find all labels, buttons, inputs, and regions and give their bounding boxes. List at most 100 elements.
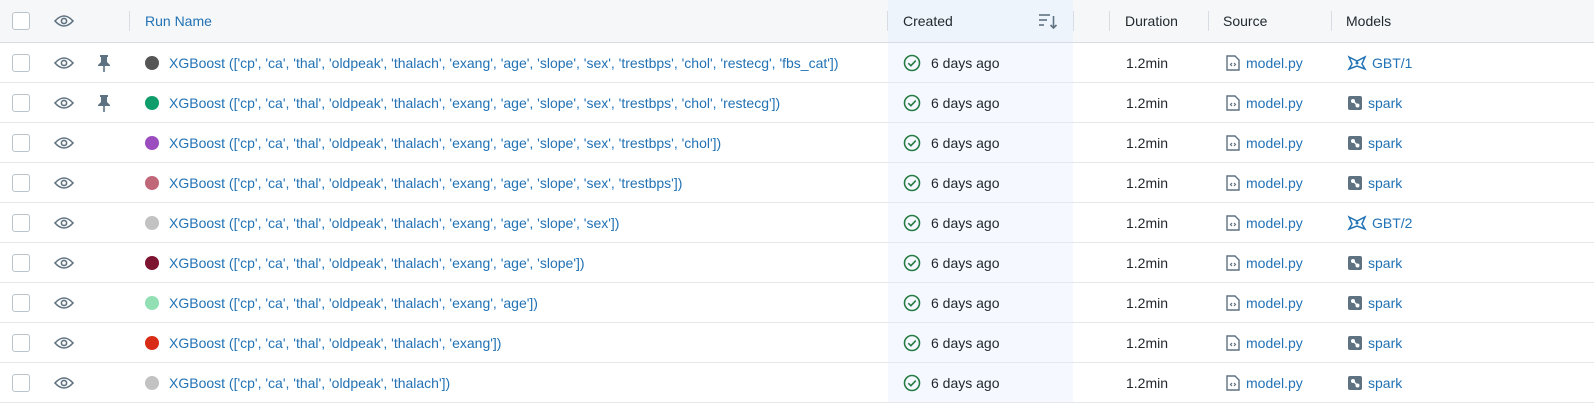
source-header[interactable]: Source [1223,0,1267,42]
models-header-label: Models [1346,13,1392,29]
row-select-cell [12,243,30,282]
row-checkbox[interactable] [12,333,30,352]
source-link[interactable]: model.py [1246,295,1303,311]
created-cell: 6 days ago [888,203,1073,242]
table-row: XGBoost (['cp', 'ca', 'thal', 'oldpeak',… [0,163,1594,203]
run-color-dot[interactable] [145,335,159,350]
source-cell: model.py [1226,323,1303,362]
notebook-file-icon [1226,134,1240,151]
model-link[interactable]: GBT/1 [1372,55,1412,71]
visibility-toggle[interactable] [54,123,74,162]
row-checkbox[interactable] [12,53,30,72]
row-checkbox[interactable] [12,133,30,152]
row-checkbox[interactable] [12,253,30,272]
created-time: 6 days ago [931,334,1000,351]
check-circle-icon [903,374,921,392]
source-link[interactable]: model.py [1246,255,1303,271]
duration-value: 1.2min [1126,254,1169,271]
run-name-cell: XGBoost (['cp', 'ca', 'thal', 'oldpeak',… [145,163,682,202]
check-circle-icon [903,94,921,112]
pin-button[interactable] [96,83,112,122]
run-color-dot[interactable] [145,255,159,270]
run-color-dot[interactable] [145,55,159,70]
visibility-toggle[interactable] [54,163,74,202]
visibility-toggle[interactable] [54,43,74,82]
run-name-link[interactable]: XGBoost (['cp', 'ca', 'thal', 'oldpeak',… [169,95,780,111]
run-name-link[interactable]: XGBoost (['cp', 'ca', 'thal', 'oldpeak',… [169,215,619,231]
duration-cell: 1.2min [1126,83,1168,122]
table-row: XGBoost (['cp', 'ca', 'thal', 'oldpeak',… [0,283,1594,323]
run-name-link[interactable]: XGBoost (['cp', 'ca', 'thal', 'oldpeak',… [169,295,538,311]
row-checkbox[interactable] [12,293,30,312]
row-select-cell [12,283,30,322]
visibility-toggle[interactable] [54,83,74,122]
source-link[interactable]: model.py [1246,375,1303,391]
models-cell: GBT/2 [1347,203,1412,242]
row-select-cell [12,123,30,162]
duration-cell: 1.2min [1126,43,1168,82]
model-link[interactable]: spark [1368,295,1402,311]
source-link[interactable]: model.py [1246,55,1303,71]
run-color-dot[interactable] [145,215,159,230]
run-name-link[interactable]: XGBoost (['cp', 'ca', 'thal', 'oldpeak',… [169,335,501,351]
visibility-toggle[interactable] [54,203,74,242]
run-name-link[interactable]: XGBoost (['cp', 'ca', 'thal', 'oldpeak',… [169,255,585,271]
notebook-file-icon [1226,214,1240,231]
model-link[interactable]: spark [1368,175,1402,191]
table-header: Run Name Created Duration Source Models [0,0,1594,43]
source-cell: model.py [1226,43,1303,82]
run-name-link[interactable]: XGBoost (['cp', 'ca', 'thal', 'oldpeak',… [169,135,721,151]
eye-icon [54,56,74,70]
run-name-cell: XGBoost (['cp', 'ca', 'thal', 'oldpeak',… [145,203,619,242]
visibility-toggle[interactable] [54,323,74,362]
run-name-header[interactable]: Run Name [145,0,212,42]
column-divider [1109,11,1110,31]
notebook-file-icon [1226,54,1240,71]
pin-button[interactable] [96,43,112,82]
source-link[interactable]: model.py [1246,95,1303,111]
row-select-cell [12,203,30,242]
run-color-dot[interactable] [145,375,159,390]
visibility-toggle-all[interactable] [54,0,74,42]
duration-cell: 1.2min [1126,363,1168,402]
run-color-dot[interactable] [145,135,159,150]
model-link[interactable]: spark [1368,255,1402,271]
model-link[interactable]: spark [1368,375,1402,391]
model-link[interactable]: spark [1368,135,1402,151]
row-checkbox[interactable] [12,93,30,112]
eye-icon [54,336,74,350]
created-header[interactable]: Created [888,0,1073,42]
run-color-dot[interactable] [145,95,159,110]
spark-model-icon [1347,95,1363,111]
row-checkbox[interactable] [12,213,30,232]
source-cell: model.py [1226,363,1303,402]
model-link[interactable]: GBT/2 [1372,215,1412,231]
run-color-dot[interactable] [145,295,159,310]
models-cell: spark [1347,323,1402,362]
run-name-link[interactable]: XGBoost (['cp', 'ca', 'thal', 'oldpeak',… [169,175,682,191]
row-checkbox[interactable] [12,373,30,392]
sort-descending-icon[interactable] [1038,12,1058,30]
run-color-dot[interactable] [145,175,159,190]
model-link[interactable]: spark [1368,335,1402,351]
check-circle-icon [903,54,921,72]
table-row: XGBoost (['cp', 'ca', 'thal', 'oldpeak',… [0,363,1594,403]
table-row: XGBoost (['cp', 'ca', 'thal', 'oldpeak',… [0,123,1594,163]
source-cell: model.py [1226,123,1303,162]
source-link[interactable]: model.py [1246,215,1303,231]
visibility-toggle[interactable] [54,243,74,282]
model-link[interactable]: spark [1368,95,1402,111]
visibility-toggle[interactable] [54,283,74,322]
select-all-checkbox[interactable] [12,12,30,30]
run-name-link[interactable]: XGBoost (['cp', 'ca', 'thal', 'oldpeak',… [169,55,838,71]
visibility-toggle[interactable] [54,363,74,402]
row-checkbox[interactable] [12,173,30,192]
column-divider [1073,11,1074,31]
source-link[interactable]: model.py [1246,335,1303,351]
run-name-link[interactable]: XGBoost (['cp', 'ca', 'thal', 'oldpeak',… [169,375,450,391]
source-link[interactable]: model.py [1246,135,1303,151]
duration-value: 1.2min [1126,334,1169,351]
source-link[interactable]: model.py [1246,175,1303,191]
duration-header[interactable]: Duration [1125,0,1178,42]
models-header[interactable]: Models [1346,0,1391,42]
